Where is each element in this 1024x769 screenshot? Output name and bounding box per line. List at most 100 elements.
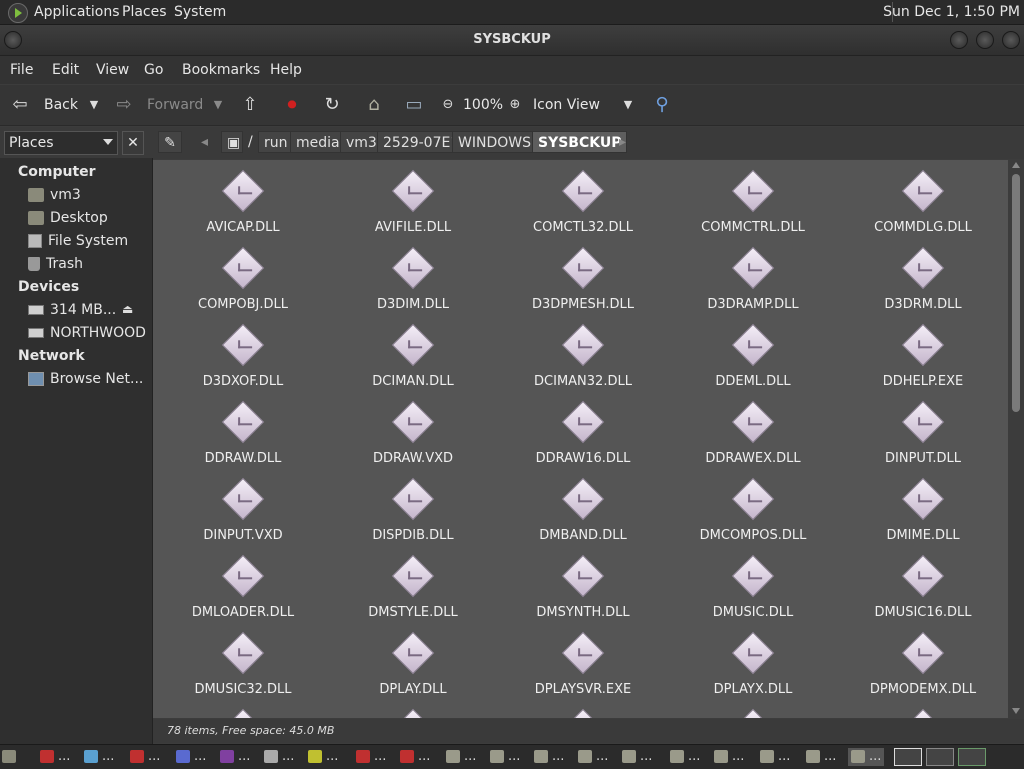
close-button[interactable] [1002,31,1020,49]
zoom-in-icon[interactable]: ⊕ [505,95,525,115]
file-item[interactable]: D3DPMESH.DLL [498,246,668,312]
sidebar-type-combo[interactable]: Places [4,131,118,155]
file-item-partial[interactable] [328,708,498,718]
maximize-button[interactable] [976,31,994,49]
crumb-scroll-left-icon[interactable]: ◂ [196,131,212,153]
forward-arrow-icon[interactable]: ⇨ [114,95,134,115]
scroll-up-icon[interactable] [1012,162,1020,168]
taskbar-window-button[interactable] [2,748,20,766]
file-item[interactable]: DDRAW16.DLL [498,400,668,466]
workspace-switcher-cell[interactable] [894,748,922,766]
menu-view[interactable]: View [96,62,129,78]
file-item[interactable]: D3DRM.DLL [838,246,1008,312]
edit-location-icon[interactable]: ✎ [158,131,182,153]
close-sidebar-icon[interactable]: ✕ [122,131,144,155]
reload-icon[interactable]: ↻ [322,95,342,115]
file-item[interactable]: DDHELP.EXE [838,323,1008,389]
sidebar-item-vm3[interactable]: vm3 [28,187,81,203]
file-item[interactable]: DINPUT.DLL [838,400,1008,466]
file-item-partial[interactable] [668,708,838,718]
taskbar-window-button[interactable]: ... [356,748,386,766]
taskbar-window-button[interactable]: ... [806,748,836,766]
back-arrow-icon[interactable]: ⇦ [10,95,30,115]
file-item[interactable]: DMUSIC16.DLL [838,554,1008,620]
file-item[interactable]: DPLAYSVR.EXE [498,631,668,697]
file-item[interactable]: DDRAW.VXD [328,400,498,466]
clock[interactable]: Sun Dec 1, 1:50 PM [883,4,1020,20]
file-item[interactable]: DMUSIC.DLL [668,554,838,620]
file-item[interactable]: DCIMAN32.DLL [498,323,668,389]
view-mode-dropdown-icon[interactable]: ▼ [618,95,638,115]
file-item[interactable]: AVICAP.DLL [158,169,328,235]
file-item[interactable]: DPLAYX.DLL [668,631,838,697]
scroll-down-icon[interactable] [1012,708,1020,714]
taskbar-window-button[interactable]: ... [848,748,885,766]
workspace-switcher-cell[interactable] [926,748,954,766]
view-mode-select[interactable]: Icon View [533,97,600,113]
sidebar-item-browse-network[interactable]: Browse Net... [28,371,143,387]
file-item-partial[interactable] [158,708,328,718]
file-item[interactable]: DISPDIB.DLL [328,477,498,543]
file-item[interactable]: D3DRAMP.DLL [668,246,838,312]
crumb-scroll-right-icon[interactable]: ▸ [614,131,630,153]
home-folder-icon[interactable]: ⌂ [364,95,384,115]
forward-button[interactable]: Forward [147,97,203,113]
taskbar-window-button[interactable]: ... [264,748,294,766]
file-item[interactable]: DMUSIC32.DLL [158,631,328,697]
vertical-scrollbar[interactable] [1008,160,1024,718]
sidebar-item-desktop[interactable]: Desktop [28,210,108,226]
taskbar-window-button[interactable]: ... [578,748,608,766]
scrollbar-thumb[interactable] [1012,174,1020,412]
sidebar-item-filesystem[interactable]: File System [28,233,128,249]
taskbar-window-button[interactable]: ... [670,748,700,766]
sidebar-item-trash[interactable]: Trash [28,256,83,272]
taskbar-window-button[interactable]: ... [622,748,652,766]
file-icon-view[interactable]: AVICAP.DLL AVIFILE.DLL COMCTL32.DLL COMMCTR… [153,160,1008,718]
file-item[interactable]: DMCOMPOS.DLL [668,477,838,543]
sidebar-item-314mb[interactable]: 314 MB... [28,302,116,318]
file-item[interactable]: DMSTYLE.DLL [328,554,498,620]
sidebar-item-northwood[interactable]: NORTHWOOD [28,325,146,341]
menu-applications[interactable]: Applications [34,4,120,20]
back-button[interactable]: Back [44,97,78,113]
menu-places[interactable]: Places [122,4,167,20]
crumb-root[interactable]: / [243,131,258,153]
file-item[interactable]: DDEML.DLL [668,323,838,389]
file-item[interactable]: AVIFILE.DLL [328,169,498,235]
file-item-partial[interactable] [498,708,668,718]
taskbar-window-button[interactable]: ... [84,748,114,766]
file-item[interactable]: COMPOBJ.DLL [158,246,328,312]
taskbar-window-button[interactable]: ... [220,748,250,766]
file-item[interactable]: DPMODEMX.DLL [838,631,1008,697]
zoom-level[interactable]: 100% [463,97,503,113]
search-icon[interactable]: ⚲ [652,95,672,115]
taskbar-window-button[interactable]: ... [400,748,430,766]
forward-dropdown-icon[interactable]: ▼ [208,95,228,115]
menu-system[interactable]: System [174,4,226,20]
eject-icon[interactable]: ⏏ [122,302,133,316]
file-item[interactable]: COMMDLG.DLL [838,169,1008,235]
file-item[interactable]: DDRAW.DLL [158,400,328,466]
menu-edit[interactable]: Edit [52,62,79,78]
stop-icon[interactable]: ⏺ [282,95,302,115]
taskbar-window-button[interactable]: ... [40,748,70,766]
file-item[interactable]: DMBAND.DLL [498,477,668,543]
file-item[interactable]: DDRAWEX.DLL [668,400,838,466]
taskbar-window-button[interactable]: ... [714,748,744,766]
window-titlebar[interactable]: SYSBCKUP [0,25,1024,56]
menu-file[interactable]: File [10,62,33,78]
file-item[interactable]: DMIME.DLL [838,477,1008,543]
crumb-media[interactable]: media [290,131,346,153]
taskbar-window-button[interactable]: ... [130,748,160,766]
taskbar-window-button[interactable]: ... [446,748,476,766]
file-item[interactable]: DCIMAN.DLL [328,323,498,389]
file-item-partial[interactable] [838,708,1008,718]
menu-bookmarks[interactable]: Bookmarks [182,62,260,78]
file-item[interactable]: COMMCTRL.DLL [668,169,838,235]
taskbar-window-button[interactable]: ... [490,748,520,766]
file-item[interactable]: DMLOADER.DLL [158,554,328,620]
computer-icon[interactable]: ▭ [404,95,424,115]
menu-go[interactable]: Go [144,62,163,78]
crumb-windows[interactable]: WINDOWS [452,131,537,153]
file-item[interactable]: DPLAY.DLL [328,631,498,697]
